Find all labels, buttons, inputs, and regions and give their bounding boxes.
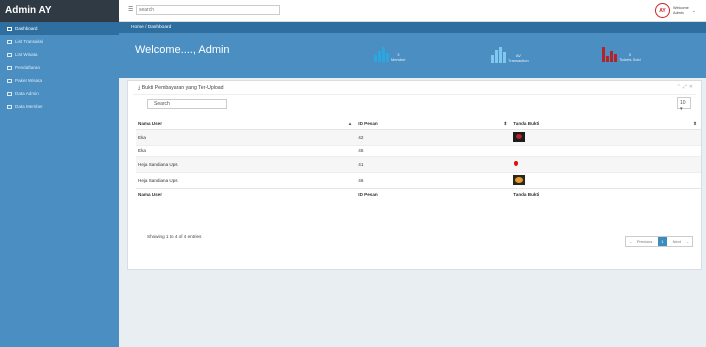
table-row: Heja Sandiana Ups 41 <box>136 155 701 172</box>
stat-label: Transaction <box>508 57 529 63</box>
footer-column-proof: Tanda Bukti <box>511 187 701 200</box>
top-header: ☰ AY Welcome Admin ⌄ <box>119 0 706 22</box>
proof-thumbnail-image[interactable] <box>513 175 526 185</box>
table-row: Eka 42 <box>136 128 701 145</box>
edit-icon <box>7 65 12 70</box>
sort-icon[interactable]: ▲ <box>348 121 357 126</box>
cell-proof <box>511 128 701 145</box>
table-row: Eka 45 <box>136 144 701 156</box>
column-header-name[interactable]: Nama User ▲ <box>136 119 357 130</box>
upload-icon: ⤓ <box>138 85 141 91</box>
sidebar-item-label: List Transaksi <box>15 39 44 44</box>
cell-proof <box>511 171 701 188</box>
sidebar-item-dashboard[interactable]: Dashboard <box>0 22 119 35</box>
proofs-table: Nama User ▲ ID Pesan ⬍ Tanda Bukti ⬍ Eka 42… <box>136 119 701 200</box>
user-welcome: Welcome <box>673 6 689 11</box>
column-header-id[interactable]: ID Pesan ⬍ <box>356 119 512 130</box>
sidebar-item-data-admin[interactable]: Data Admin <box>0 87 119 100</box>
sidebar-item-list-wisata[interactable]: List Wisata <box>0 48 119 61</box>
cell-name: Eka <box>136 128 357 145</box>
edit-icon <box>7 91 12 96</box>
uploaded-proofs-panel: ⤓ Bukti Pembayaran yang Ter-Upload ⌃⤢✕ 1… <box>127 80 702 270</box>
footer-column-id: ID Pesan <box>356 187 512 200</box>
footer-column-name: Nama User <box>136 187 357 200</box>
sidebar-item-pendaftaran[interactable]: Pendaftaran <box>0 61 119 74</box>
panel-title: Bukti Pembayaran yang Ter-Upload <box>141 85 224 91</box>
cell-proof <box>511 144 701 156</box>
transaction-chart-icon <box>491 47 506 63</box>
stat-label: Tickets Sold <box>619 56 641 62</box>
stat-member: 3 Member <box>374 47 406 62</box>
sidebar-item-paket-wisata[interactable]: Paket Wisata <box>0 74 119 87</box>
cell-id: 42 <box>356 128 512 145</box>
user-menu[interactable]: AY Welcome Admin ⌄ <box>655 3 696 18</box>
list-icon <box>7 52 12 57</box>
member-chart-icon <box>374 47 389 62</box>
table-info: Showing 1 to 4 of 4 entries <box>147 234 202 239</box>
sort-icon[interactable]: ⬍ <box>693 121 701 127</box>
sidebar-item-label: Paket Wisata <box>15 78 43 83</box>
edit-icon <box>7 78 12 83</box>
chevron-down-icon: ⌄ <box>691 7 696 14</box>
stat-label: Member <box>391 56 406 62</box>
cell-id: 45 <box>356 144 512 156</box>
hero-banner: Welcome...., Admin 3 Member AV Transacti… <box>119 33 706 78</box>
next-page-button[interactable]: Next → <box>667 237 692 246</box>
cell-name: Heja Sandiana Ups <box>136 171 357 188</box>
close-icon[interactable]: ✕ <box>689 84 695 90</box>
sidebar-item-label: Pendaftaran <box>15 65 41 70</box>
page-size-select[interactable]: 10 ▾ <box>677 97 691 112</box>
cell-id: 46 <box>356 171 512 188</box>
divider <box>133 94 696 95</box>
list-icon <box>7 39 12 44</box>
proof-thumbnail-image[interactable] <box>513 159 519 169</box>
cell-name: Heja Sandiana Ups <box>136 155 357 172</box>
cell-proof <box>511 155 701 172</box>
welcome-text: Welcome...., Admin <box>135 44 230 56</box>
cell-name: Eka <box>136 144 357 156</box>
breadcrumb: Home / Dashboard <box>119 22 706 33</box>
user-icon <box>7 104 12 109</box>
stat-transaction: AV Transaction <box>491 47 529 63</box>
brand-title: Admin AY <box>0 0 119 22</box>
table-search-input[interactable] <box>147 99 227 109</box>
table-row: Heja Sandiana Ups 46 <box>136 171 701 188</box>
menu-toggle-icon[interactable]: ☰ <box>128 6 133 13</box>
search-input[interactable] <box>136 5 280 15</box>
sidebar: Admin AY Dashboard List Transaksi List W… <box>0 0 119 347</box>
proof-thumbnail-image[interactable] <box>513 132 526 142</box>
page-1-button[interactable]: 1 <box>658 237 667 246</box>
user-name: Admin <box>673 10 684 15</box>
sidebar-item-label: Dashboard <box>15 26 38 31</box>
sidebar-item-label: List Wisata <box>15 52 38 57</box>
pagination: ← Previous 1 Next → <box>624 236 693 247</box>
previous-page-button[interactable]: ← Previous <box>626 237 659 246</box>
sidebar-item-label: Data Admin <box>15 91 39 96</box>
sidebar-item-data-member[interactable]: Data Member <box>0 100 119 113</box>
cell-id: 41 <box>356 155 512 172</box>
sidebar-item-list-transaksi[interactable]: List Transaksi <box>0 35 119 48</box>
tickets-chart-icon <box>602 47 617 62</box>
avatar: AY <box>655 3 671 18</box>
dashboard-icon <box>7 26 12 31</box>
sidebar-item-label: Data Member <box>15 104 43 109</box>
stat-tickets-sold: 5 Tickets Sold <box>602 47 641 62</box>
sort-icon[interactable]: ⬍ <box>503 121 511 127</box>
column-header-proof[interactable]: Tanda Bukti ⬍ <box>511 119 701 130</box>
